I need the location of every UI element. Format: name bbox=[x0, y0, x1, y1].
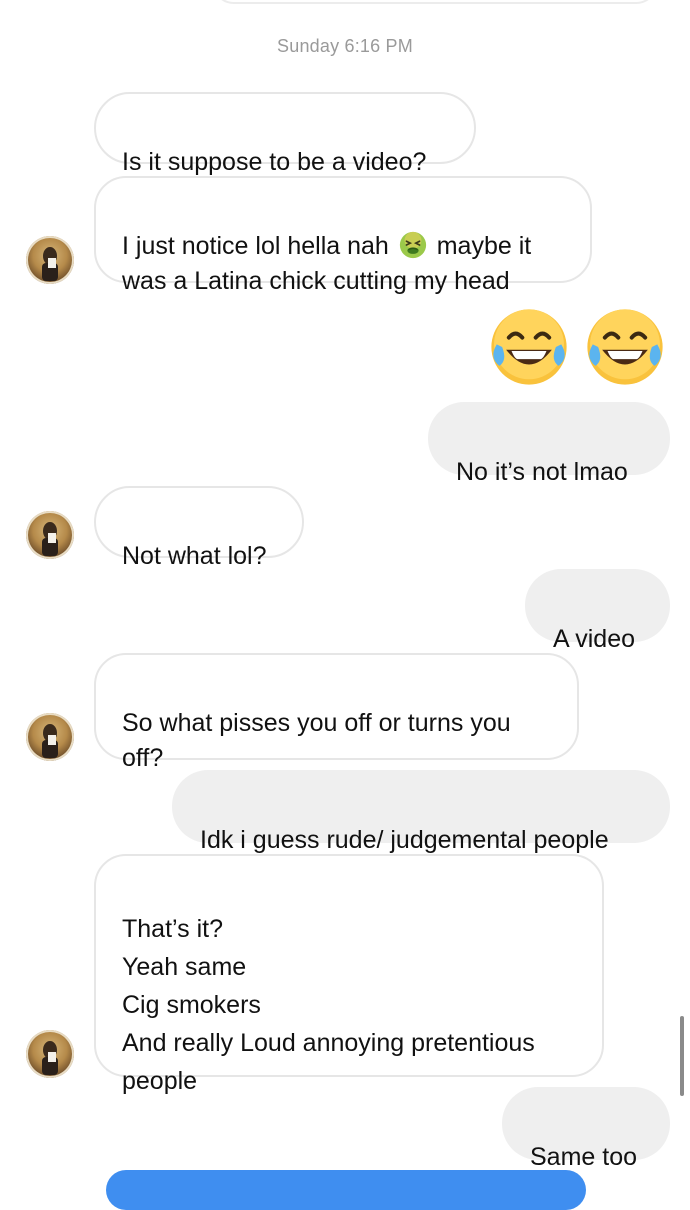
message-text: Is it suppose to be a video? bbox=[122, 148, 427, 176]
previous-message-bubble[interactable] bbox=[212, 0, 658, 4]
incoming-message-bubble[interactable]: Is it suppose to be a video? bbox=[94, 92, 476, 176]
incoming-message-bubble[interactable]: Not what lol? bbox=[94, 486, 304, 570]
contact-avatar[interactable] bbox=[26, 511, 74, 559]
message-text: Idk i guess rude/ judgemental people bbox=[200, 826, 609, 854]
message-text: I just notice lol hella nah bbox=[122, 232, 396, 260]
contact-avatar[interactable] bbox=[26, 713, 74, 761]
contact-avatar[interactable] bbox=[26, 1030, 74, 1078]
outgoing-message-bubble[interactable]: Idk i guess rude/ judgemental people bbox=[172, 770, 670, 854]
scrollbar[interactable] bbox=[680, 1016, 684, 1096]
message-text: Not what lol? bbox=[122, 542, 267, 570]
incoming-message-bubble[interactable]: I just notice lol hella nah maybe it was… bbox=[94, 176, 592, 295]
message-text: A video bbox=[553, 625, 636, 653]
face-with-tears-of-joy-emoji bbox=[491, 309, 567, 385]
message-composer[interactable] bbox=[106, 1170, 586, 1210]
outgoing-message-bubble[interactable]: A video bbox=[525, 569, 670, 653]
message-text: That’s it? Yeah same Cig smokers And rea… bbox=[122, 915, 535, 1095]
message-text: No it’s not lmao bbox=[456, 458, 628, 486]
outgoing-message-bubble[interactable]: Same too bbox=[502, 1087, 670, 1171]
face-with-tears-of-joy-emoji bbox=[587, 309, 663, 385]
nauseated-face-emoji bbox=[398, 230, 428, 260]
message-timestamp: Sunday 6:16 PM bbox=[277, 36, 413, 56]
outgoing-message-bubble[interactable]: No it’s not lmao bbox=[428, 402, 670, 486]
outgoing-emoji-message[interactable] bbox=[486, 304, 668, 390]
message-text: Same too bbox=[530, 1143, 638, 1171]
contact-avatar[interactable] bbox=[26, 236, 74, 284]
message-text: So what pisses you off or turns you off? bbox=[122, 709, 511, 772]
incoming-message-bubble[interactable]: That’s it? Yeah same Cig smokers And rea… bbox=[94, 854, 604, 1095]
incoming-message-bubble[interactable]: So what pisses you off or turns you off? bbox=[94, 653, 579, 772]
